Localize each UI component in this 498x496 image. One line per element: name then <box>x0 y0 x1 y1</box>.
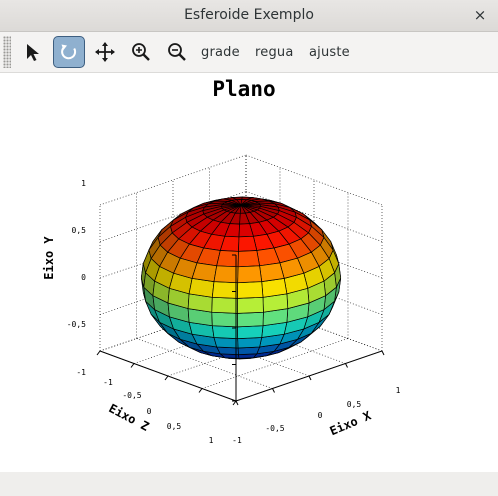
pan-tool-button[interactable] <box>89 36 121 68</box>
toolbar-grip-handle[interactable] <box>3 36 11 68</box>
ruler-toggle-button[interactable]: regua <box>255 45 294 60</box>
toolbar: grade regua ajuste <box>0 32 498 73</box>
z-tick <box>198 388 203 393</box>
sphere-patch <box>237 311 264 328</box>
x-tick <box>272 388 275 393</box>
z-axis-label: Eixo Z <box>106 401 151 434</box>
x-tick <box>235 400 239 406</box>
window-title: Esferoide Exemplo <box>184 7 314 23</box>
sphere-patch <box>213 337 239 349</box>
plot-canvas[interactable]: Plano 1 0,5 0 -0,5 -1 -1 -0,5 0 0,5 1 -1… <box>0 73 498 472</box>
sphere-patch <box>237 281 264 299</box>
x-tick-label: -1 <box>232 436 242 445</box>
y-tick-label: -0,5 <box>67 320 86 329</box>
close-button[interactable]: × <box>470 5 490 25</box>
x-tick-label: -0,5 <box>265 424 284 433</box>
pointer-tool-button[interactable] <box>18 36 50 68</box>
sphere-patch <box>213 265 239 284</box>
grid-toggle-button[interactable]: grade <box>201 45 240 60</box>
status-bar <box>0 472 498 496</box>
fit-button[interactable]: ajuste <box>309 45 350 60</box>
z-tick-label: -0,5 <box>122 391 141 400</box>
sphere-patch <box>216 250 239 268</box>
window-titlebar: Esferoide Exemplo × <box>0 0 498 32</box>
sphere-patch <box>191 262 218 282</box>
x-tick-label: 0,5 <box>347 400 362 409</box>
x-tick <box>345 363 348 368</box>
move-arrows-icon <box>95 42 115 62</box>
sphere-plot[interactable]: Plano 1 0,5 0 -0,5 -1 -1 -0,5 0 0,5 1 -1… <box>0 73 498 472</box>
x-tick <box>381 350 385 356</box>
zoom-in-tool-button[interactable] <box>125 36 157 68</box>
zoom-out-icon <box>168 43 186 61</box>
y-tick-label: -1 <box>76 368 86 377</box>
x-axis-label: Eixo X <box>328 408 374 438</box>
grid-line <box>245 154 383 206</box>
z-tick-label: 1 <box>209 436 214 445</box>
z-tick <box>232 400 237 406</box>
sphere-patch <box>237 250 261 268</box>
arrow-pointer-icon <box>27 44 39 61</box>
x-tick <box>308 375 312 381</box>
z-tick-label: -1 <box>103 378 113 387</box>
y-tick-label: 1 <box>81 179 86 188</box>
rotate-tool-button[interactable] <box>53 36 85 68</box>
y-axis-label: Eixo Y <box>42 236 56 280</box>
sphere-patch <box>237 337 263 349</box>
sphere-patch <box>237 325 264 339</box>
x-tick-label: 1 <box>396 386 401 395</box>
sphere-patch <box>211 296 238 314</box>
sphere-patch <box>259 262 285 282</box>
z-tick-label: 0,5 <box>167 422 182 431</box>
x-tick-label: 0 <box>318 411 323 420</box>
sphere-surface <box>140 196 342 360</box>
sphere-patch <box>211 311 238 328</box>
sphere-patch <box>238 235 258 252</box>
z-tick <box>96 350 101 356</box>
zoom-out-tool-button[interactable] <box>161 36 193 68</box>
sphere-patch <box>211 281 239 299</box>
z-tick <box>164 375 169 381</box>
sphere-patch <box>237 265 263 284</box>
plot-title: Plano <box>212 77 275 101</box>
z-tick-label: 0 <box>147 407 152 416</box>
zoom-in-icon <box>132 43 150 61</box>
y-tick-label: 0,5 <box>72 226 87 235</box>
z-tick <box>130 363 135 368</box>
y-tick-label: 0 <box>81 273 86 282</box>
rotate-icon <box>61 44 77 60</box>
grid-line <box>99 154 247 206</box>
sphere-patch <box>237 296 264 314</box>
